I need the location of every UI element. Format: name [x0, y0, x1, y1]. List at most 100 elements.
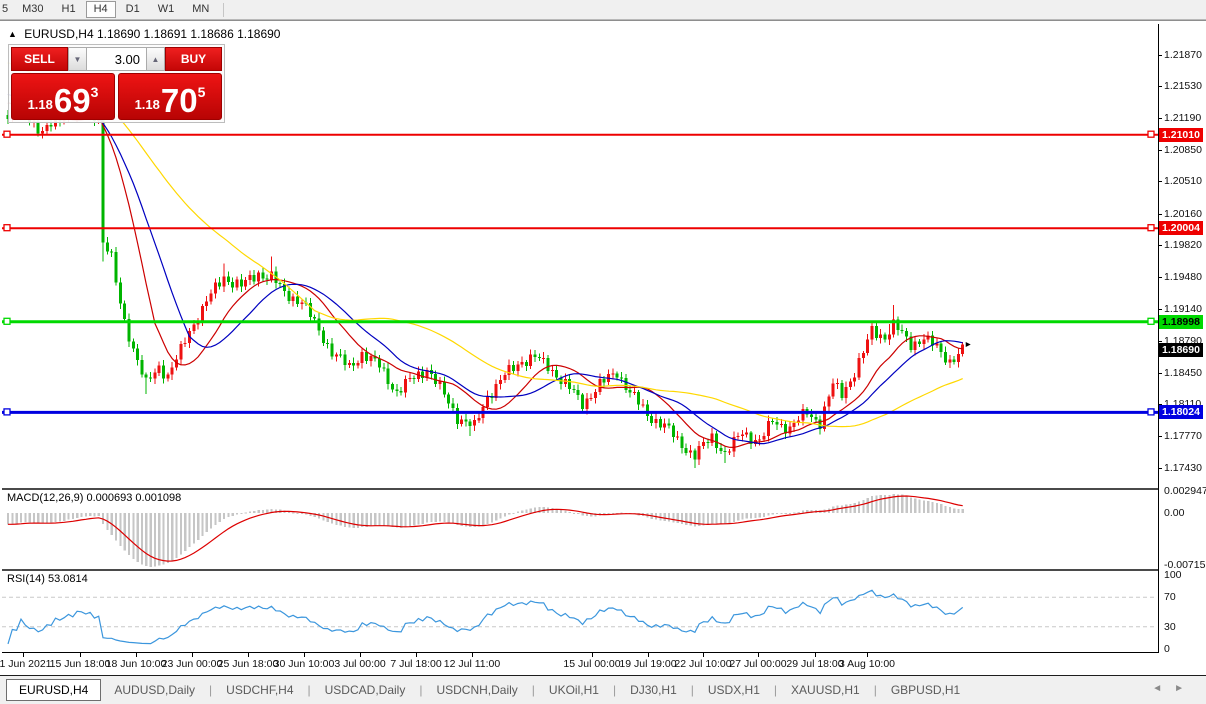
tab-usdcad-daily[interactable]: USDCAD,Daily	[312, 679, 419, 701]
time-axis-tick	[192, 653, 193, 657]
price-axis-tick	[1158, 150, 1162, 151]
toolbar-timeframe-button-h4[interactable]: H4	[86, 1, 116, 18]
tab-gbpusd-h1[interactable]: GBPUSD,H1	[878, 679, 973, 701]
time-axis-label: 12 Jul 11:00	[444, 658, 500, 670]
price-tag-1.18024: 1.18024	[1159, 405, 1203, 419]
price-axis-tick	[1158, 245, 1162, 246]
tab-eurusd-h4[interactable]: EURUSD,H4	[6, 679, 101, 701]
price-axis-tick	[1158, 181, 1162, 182]
rsi-line	[8, 590, 963, 644]
price-axis-tick	[1158, 373, 1162, 374]
tab-scroll-right-icon[interactable]: ►	[1174, 683, 1196, 694]
price-axis-label: 1.19820	[1164, 239, 1202, 251]
sell-price-big: 69	[54, 86, 91, 116]
macd-axis-label: 0.002947	[1164, 485, 1206, 497]
price-axis-tick	[1158, 436, 1162, 437]
price-tag-1.18690: 1.18690	[1159, 343, 1203, 357]
time-axis-line	[2, 652, 1159, 653]
volume-increase-button[interactable]: ▲	[146, 47, 165, 71]
tab-audusd-daily[interactable]: AUDUSD,Daily	[101, 679, 208, 701]
moving-average-fast[interactable]	[8, 103, 963, 448]
buy-price-prefix: 1.18	[135, 97, 160, 112]
rsi-indicator-chart[interactable]	[2, 571, 1158, 652]
tab-dj30-h1[interactable]: DJ30,H1	[617, 679, 690, 701]
tab-scroll-nav: ◄►	[1152, 683, 1196, 694]
price-tag-1.21010: 1.21010	[1159, 128, 1203, 142]
time-axis-label: 15 Jun 18:00	[50, 658, 111, 670]
tab-ukoil-h1[interactable]: UKOil,H1	[536, 679, 612, 701]
moving-average-medium[interactable]	[8, 94, 963, 443]
price-axis-label: 1.18450	[1164, 367, 1202, 379]
time-axis-tick	[360, 653, 361, 657]
time-axis-label: 25 Jun 18:00	[218, 658, 279, 670]
price-axis-label: 1.19140	[1164, 303, 1202, 315]
volume-input[interactable]	[87, 48, 146, 70]
time-axis-tick	[867, 653, 868, 657]
time-axis-label: 23 Jun 00:00	[162, 658, 223, 670]
toolbar-timeframe-button-w1[interactable]: W1	[150, 1, 183, 18]
hline-left-handle[interactable]	[4, 409, 10, 415]
time-axis-label: 22 Jul 10:00	[674, 658, 731, 670]
chart-window[interactable]: ▲ EURUSD,H4 1.18690 1.18691 1.18686 1.18…	[0, 20, 1206, 675]
buy-price-big: 70	[161, 86, 198, 116]
tab-usdchf-h4[interactable]: USDCHF,H4	[213, 679, 306, 701]
time-axis-label: 3 Aug 10:00	[839, 658, 895, 670]
price-axis-label: 1.20160	[1164, 208, 1202, 220]
tab-xauusd-h1[interactable]: XAUUSD,H1	[778, 679, 873, 701]
time-axis-tick	[815, 653, 816, 657]
toolbar-timeframe-button-m30[interactable]: M30	[14, 1, 51, 18]
time-axis-tick	[592, 653, 593, 657]
chevron-up-icon: ▲	[152, 55, 160, 64]
hline-right-handle[interactable]	[1148, 131, 1154, 137]
macd-indicator-chart[interactable]	[2, 490, 1158, 569]
price-axis-label: 1.20510	[1164, 175, 1202, 187]
price-axis-tick	[1158, 86, 1162, 87]
hline-right-handle[interactable]	[1148, 225, 1154, 231]
rsi-axis-label: 30	[1164, 621, 1176, 633]
time-axis-label: 11 Jun 2021	[0, 658, 52, 670]
hline-right-handle[interactable]	[1148, 318, 1154, 324]
price-axis-label: 1.21870	[1164, 49, 1202, 61]
time-axis-tick	[248, 653, 249, 657]
volume-decrease-button[interactable]: ▼	[68, 47, 87, 71]
buy-button[interactable]: BUY	[165, 47, 222, 71]
volume-box	[87, 47, 146, 71]
time-axis-label: 15 Jul 00:00	[563, 658, 620, 670]
hline-left-handle[interactable]	[4, 318, 10, 324]
time-axis-label: 19 Jul 19:00	[619, 658, 676, 670]
time-axis-label: 27 Jul 00:00	[729, 658, 786, 670]
toolbar-timeframe-button-d1[interactable]: D1	[118, 1, 148, 18]
time-axis-tick	[648, 653, 649, 657]
price-axis-tick	[1158, 214, 1162, 215]
time-axis-tick	[703, 653, 704, 657]
timeframe-toolbar: 5M30H1H4D1W1MN	[0, 0, 1206, 20]
one-click-trading-panel: SELL ▼ ▲ BUY 1.18 69 3 1.18 70 5	[8, 44, 225, 123]
price-axis-tick	[1158, 309, 1162, 310]
toolbar-timeframe-button-mn[interactable]: MN	[184, 1, 217, 18]
hline-left-handle[interactable]	[4, 225, 10, 231]
time-axis-tick	[472, 653, 473, 657]
toolbar-timeframe-button-5[interactable]: 5	[0, 1, 12, 18]
chevron-down-icon: ▼	[74, 55, 82, 64]
time-axis-tick	[304, 653, 305, 657]
tab-usdcnh-daily[interactable]: USDCNH,Daily	[423, 679, 530, 701]
price-tag-1.18998: 1.18998	[1159, 315, 1203, 329]
time-axis-tick	[136, 653, 137, 657]
price-axis-label: 1.19480	[1164, 271, 1202, 283]
time-axis-label: 18 Jun 10:00	[106, 658, 167, 670]
sell-price-superscript: 3	[91, 84, 99, 100]
sell-price-display[interactable]: 1.18 69 3	[11, 73, 115, 120]
toolbar-timeframe-button-h1[interactable]: H1	[54, 1, 84, 18]
price-axis-label: 1.21190	[1164, 112, 1201, 124]
time-axis-label: 30 Jun 10:00	[274, 658, 335, 670]
buy-price-display[interactable]: 1.18 70 5	[118, 73, 222, 120]
price-axis-tick	[1158, 468, 1162, 469]
tab-scroll-left-icon[interactable]: ◄	[1152, 683, 1174, 694]
tab-usdx-h1[interactable]: USDX,H1	[695, 679, 773, 701]
price-axis-label: 1.20850	[1164, 144, 1202, 156]
sell-button[interactable]: SELL	[11, 47, 68, 71]
hline-left-handle[interactable]	[4, 131, 10, 137]
price-axis-tick	[1158, 118, 1162, 119]
hline-right-handle[interactable]	[1148, 409, 1154, 415]
buy-price-superscript: 5	[198, 84, 206, 100]
